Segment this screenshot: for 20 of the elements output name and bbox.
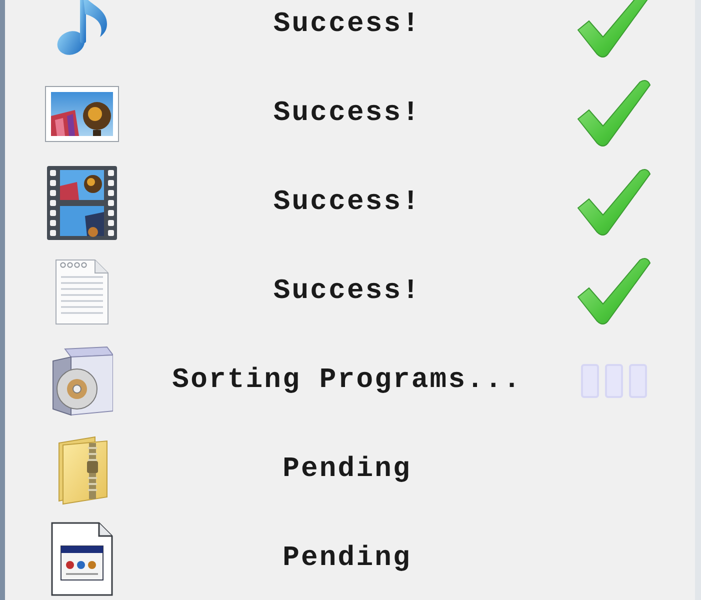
status-text: Success! xyxy=(273,274,421,308)
document-icon xyxy=(54,258,108,324)
status-text: Success! xyxy=(273,96,421,130)
check-icon xyxy=(576,0,650,60)
progress-block-icon xyxy=(628,364,646,398)
music-note-icon xyxy=(56,0,108,56)
progress-block-icon xyxy=(604,364,622,398)
status-text: Sorting Programs... xyxy=(172,364,522,398)
film-strip-icon xyxy=(46,166,116,240)
picture-file-icon xyxy=(44,86,118,142)
status-text: Success! xyxy=(273,8,421,42)
software-box-icon xyxy=(50,344,112,416)
check-icon xyxy=(576,256,650,326)
status-text: Success! xyxy=(273,186,421,220)
progress-block-icon xyxy=(580,364,598,398)
check-icon xyxy=(576,78,650,148)
application-file-icon xyxy=(50,522,112,596)
status-text: Pending xyxy=(282,452,412,486)
check-icon xyxy=(576,168,650,238)
status-text: Pending xyxy=(282,542,412,576)
